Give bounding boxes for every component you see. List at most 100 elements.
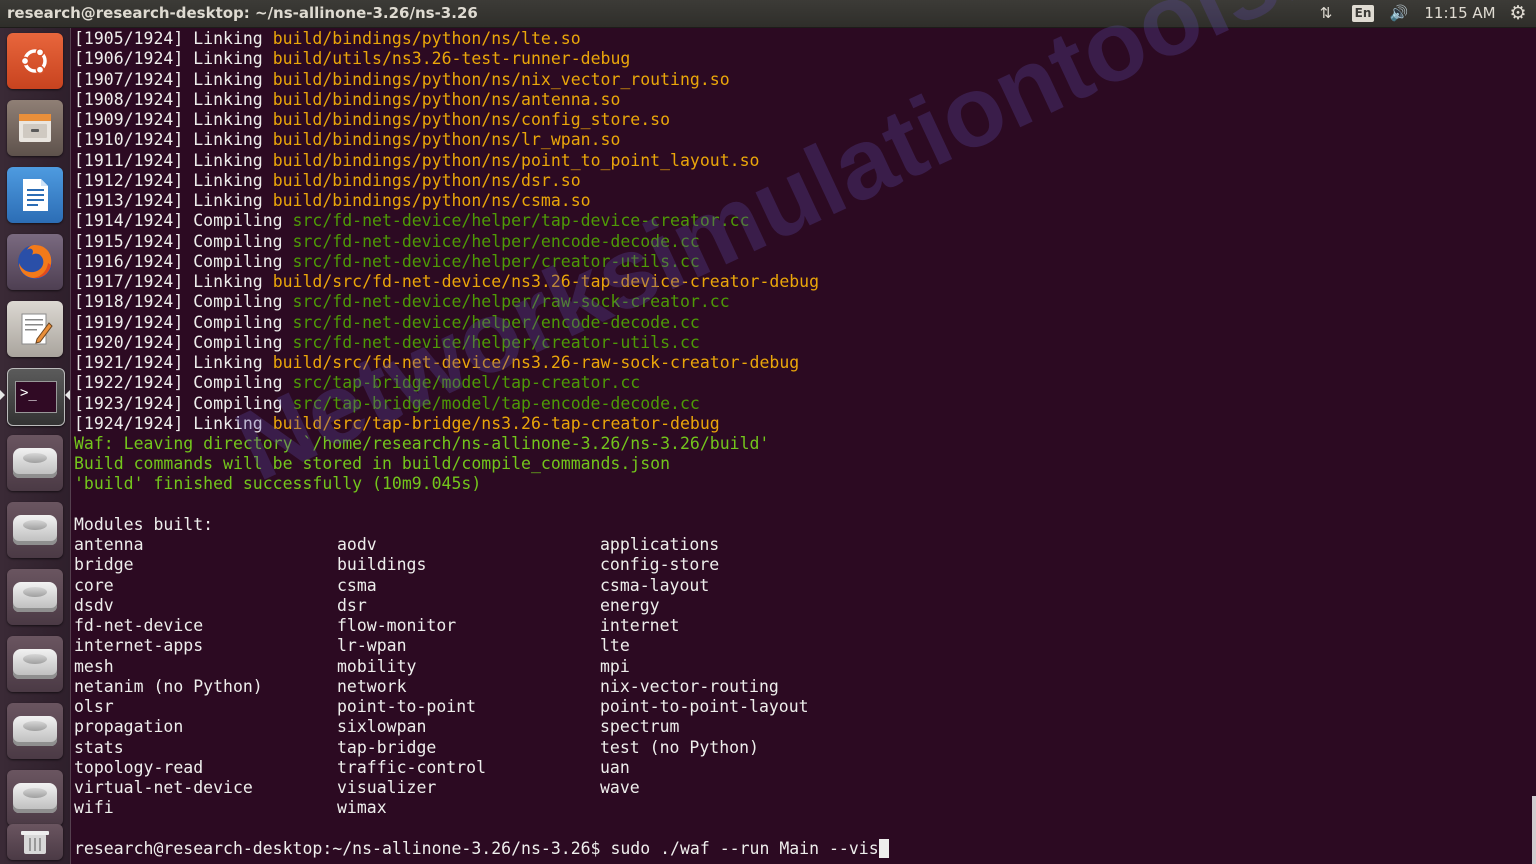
trash-icon	[21, 831, 49, 854]
writer-document-icon	[23, 179, 48, 211]
launcher-text-editor[interactable]	[7, 301, 63, 357]
hard-drive-icon	[13, 582, 57, 612]
build-line: [1911/1924] Linking build/bindings/pytho…	[74, 151, 759, 171]
launcher-firefox[interactable]	[7, 234, 63, 290]
link-target: build/src/fd-net-device/ns3.26-raw-sock-…	[272, 353, 800, 372]
module-name: network	[337, 676, 407, 696]
launcher-drive-5[interactable]	[7, 703, 63, 759]
keyboard-layout-label: En	[1351, 5, 1375, 22]
build-step-label: [1909/1924] Linking	[74, 110, 273, 129]
launcher-drive-3[interactable]	[7, 569, 63, 625]
launcher-ubuntu-dash[interactable]	[7, 33, 63, 89]
module-name: mpi	[600, 656, 630, 676]
compile-target: src/fd-net-device/helper/encode-decode.c…	[292, 312, 700, 332]
module-name: mobility	[337, 656, 417, 676]
build-line: [1922/1924] Compiling src/tap-bridge/mod…	[74, 373, 640, 393]
module-name: csma-layout	[600, 575, 710, 595]
active-indicator	[65, 390, 70, 400]
module-name: dsr	[337, 595, 367, 615]
launcher-drive-4[interactable]	[7, 636, 63, 692]
build-line: [1917/1924] Linking build/src/fd-net-dev…	[74, 272, 819, 292]
build-step-label: [1923/1924] Compiling	[74, 393, 293, 413]
launcher-terminal[interactable]: >_	[7, 368, 65, 426]
build-step-label: [1908/1924] Linking	[74, 89, 273, 109]
compile-target: src/fd-net-device/helper/encode-decode.c…	[292, 231, 700, 251]
build-step-label: [1915/1924] Compiling	[74, 231, 293, 251]
compile-target: src/tap-bridge/model/tap-creator.cc	[292, 373, 641, 393]
module-name: energy	[600, 595, 660, 615]
compile-target: src/fd-net-device/helper/creator-utils.c…	[292, 332, 700, 352]
launcher-drive-1[interactable]	[7, 435, 63, 491]
module-name: sixlowpan	[337, 717, 427, 737]
module-name: spectrum	[600, 717, 680, 737]
build-step-label: [1913/1924] Linking	[74, 191, 273, 210]
link-target: build/bindings/python/ns/point_to_point_…	[272, 150, 760, 170]
module-name: lte	[600, 636, 630, 656]
module-name: lr-wpan	[337, 636, 407, 656]
module-name: wave	[600, 778, 640, 797]
build-line: [1912/1924] Linking build/bindings/pytho…	[74, 171, 581, 191]
build-line: [1919/1924] Compiling src/fd-net-device/…	[74, 313, 700, 333]
waf-leaving-line: Waf: Leaving directory `/home/research/n…	[74, 434, 770, 453]
module-name: visualizer	[337, 778, 437, 797]
running-indicator	[0, 390, 5, 400]
build-line: [1924/1924] Linking build/src/tap-bridge…	[74, 414, 720, 434]
compile-target: src/tap-bridge/model/tap-encode-decode.c…	[292, 393, 700, 413]
settings-gear-icon[interactable]: ⚙	[1506, 0, 1530, 27]
launcher-files[interactable]	[7, 100, 63, 156]
module-name: core	[74, 575, 114, 595]
launcher-libreoffice-writer[interactable]	[7, 167, 63, 223]
module-name: propagation	[74, 717, 184, 737]
build-line: [1918/1924] Compiling src/fd-net-device/…	[74, 292, 730, 312]
hard-drive-icon	[13, 716, 57, 746]
module-name: topology-read	[74, 757, 204, 777]
launcher-drive-2[interactable]	[7, 502, 63, 558]
build-line: [1914/1924] Compiling src/fd-net-device/…	[74, 211, 750, 231]
module-name: mesh	[74, 656, 114, 676]
build-step-label: [1919/1924] Compiling	[74, 312, 293, 332]
module-name: netanim (no Python)	[74, 676, 263, 696]
build-finished-line: 'build' finished successfully (10m9.045s…	[74, 474, 482, 493]
launcher: >_	[0, 28, 71, 864]
link-target: build/bindings/python/ns/dsr.so	[272, 170, 581, 190]
module-name: internet-apps	[74, 636, 204, 656]
build-step-label: [1912/1924] Linking	[74, 170, 273, 190]
command-line[interactable]: research@research-desktop:~/ns-allinone-…	[74, 839, 889, 859]
hard-drive-icon	[13, 448, 57, 478]
link-target: build/bindings/python/ns/csma.so	[272, 191, 591, 210]
launcher-drive-6[interactable]	[7, 770, 63, 826]
build-step-label: [1924/1924] Linking	[74, 413, 273, 433]
terminal-scrollbar[interactable]	[1532, 796, 1536, 864]
module-name: uan	[600, 757, 630, 777]
terminal-icon: >_	[15, 381, 57, 413]
module-name: virtual-net-device	[74, 778, 253, 797]
terminal-window[interactable]: [1905/1924] Linking build/bindings/pytho…	[74, 29, 1524, 864]
compile-target: src/fd-net-device/helper/tap-device-crea…	[292, 211, 750, 231]
build-line: [1907/1924] Linking build/bindings/pytho…	[74, 70, 730, 90]
build-step-label: [1916/1924] Compiling	[74, 251, 293, 271]
compile-target: src/fd-net-device/helper/creator-utils.c…	[292, 251, 700, 271]
network-icon[interactable]: ⇅	[1314, 0, 1338, 27]
module-name: buildings	[337, 555, 427, 575]
module-name: fd-net-device	[74, 616, 204, 635]
sound-icon[interactable]: 🔊	[1385, 0, 1413, 27]
clock[interactable]: 11:15 AM	[1424, 0, 1496, 27]
module-name: traffic-control	[337, 757, 487, 777]
link-target: build/src/tap-bridge/ns3.26-tap-creator-…	[272, 413, 720, 433]
module-name: antenna	[74, 535, 144, 554]
module-name: olsr	[74, 697, 114, 716]
module-name: tap-bridge	[337, 737, 437, 757]
link-target: build/bindings/python/ns/lte.so	[272, 29, 581, 48]
link-target: build/bindings/python/ns/lr_wpan.so	[272, 130, 621, 150]
ubuntu-logo-icon	[20, 47, 47, 75]
link-target: build/bindings/python/ns/antenna.so	[272, 89, 621, 109]
keyboard-layout-indicator[interactable]: En	[1351, 0, 1375, 27]
shell-prompt: research@research-desktop:~/ns-allinone-…	[74, 839, 611, 858]
build-step-label: [1905/1924] Linking	[74, 29, 273, 48]
build-line: [1916/1924] Compiling src/fd-net-device/…	[74, 252, 700, 272]
build-step-label: [1907/1924] Linking	[74, 69, 273, 89]
module-name: wimax	[337, 798, 387, 818]
build-step-label: [1917/1924] Linking	[74, 272, 273, 291]
launcher-trash[interactable]	[7, 824, 63, 860]
module-name: dsdv	[74, 595, 114, 615]
